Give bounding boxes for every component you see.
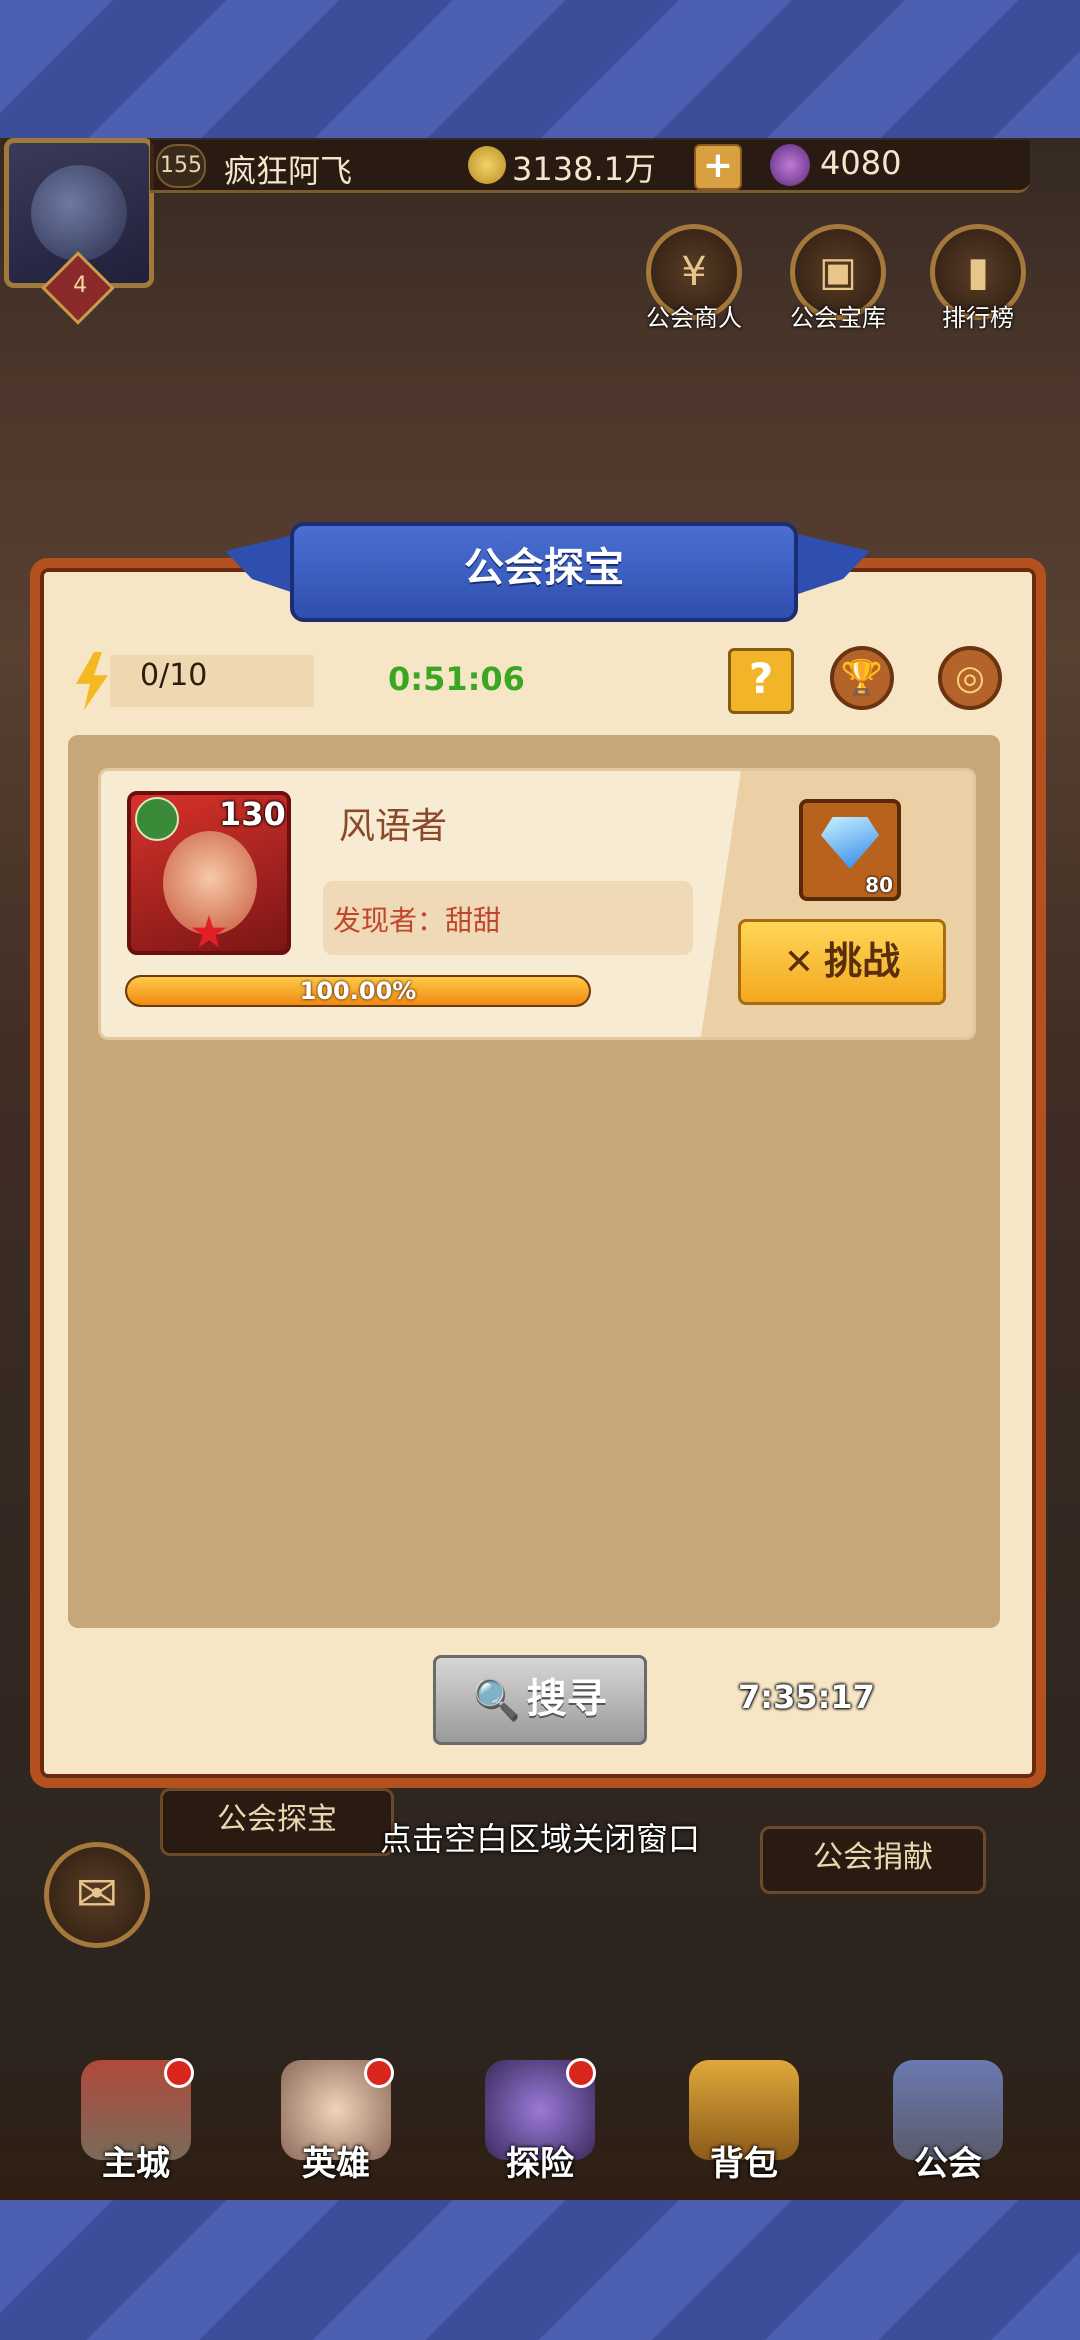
guild-vault-button[interactable]: ▣ 公会宝库 (786, 224, 890, 333)
nav-backpack-label: 背包 (710, 2144, 778, 2184)
hero-level: 130 (219, 795, 286, 833)
dragon-avatar-icon (31, 165, 127, 261)
guild-donate-button[interactable]: 公会捐献 (760, 1826, 986, 1894)
trophy-icon[interactable]: 🏆 (830, 646, 894, 710)
guild-vault-label: 公会宝库 (790, 304, 886, 332)
guild-merchant-button[interactable]: ¥ 公会商人 (642, 224, 746, 333)
magnifier-icon: 🔍 (473, 1677, 521, 1721)
player-top-bar: 155 疯狂阿飞 3138.1万 + 4080 (150, 140, 1030, 193)
challenge-label: 挑战 (824, 939, 901, 983)
coin-amount: 3138.1万 (512, 150, 656, 188)
search-label: 搜寻 (526, 1676, 607, 1722)
nav-backpack[interactable]: 背包 (664, 2060, 824, 2185)
device-frame-bottom (0, 2200, 1080, 2340)
crossed-swords-icon: ✕ (783, 942, 815, 983)
medal-icon[interactable]: ◎ (938, 646, 1002, 710)
progress-text: 100.00% (299, 977, 417, 1005)
help-button[interactable]: ? (728, 648, 794, 714)
hero-name: 风语者 (339, 806, 448, 847)
nav-explore[interactable]: 探险 (460, 2060, 620, 2185)
search-timer: 7:35:17 (738, 1678, 875, 1716)
reward-count: 80 (865, 873, 893, 897)
gem-amount: 4080 (820, 144, 902, 182)
treasure-progress-bar: 100.00% (125, 975, 591, 1007)
device-frame-top (0, 0, 1080, 138)
player-level-badge: 155 (156, 144, 206, 188)
leaderboard-label: 排行榜 (942, 304, 1014, 332)
diamond-icon (821, 817, 879, 869)
finder-text: 发现者：甜甜 (333, 904, 502, 937)
main-city-badge (164, 2058, 194, 2088)
energy-refresh-timer: 0:51:06 (388, 660, 525, 698)
nav-main-city-label: 主城 (102, 2144, 170, 2184)
explore-badge (566, 2058, 596, 2088)
reward-item[interactable]: 80 (799, 799, 901, 901)
modal-title: 公会探宝 (290, 522, 798, 622)
guild-merchant-label: 公会商人 (646, 304, 742, 332)
player-name: 疯狂阿飞 (224, 152, 353, 190)
avatar-level-text: 4 (73, 272, 88, 298)
leaderboard-button[interactable]: ▮ 排行榜 (926, 224, 1030, 333)
wind-element-icon (135, 797, 179, 841)
challenge-button[interactable]: ✕ 挑战 (738, 919, 946, 1005)
nav-guild[interactable]: 公会 (868, 2060, 1028, 2185)
nav-guild-label: 公会 (914, 2144, 982, 2184)
nav-explore-label: 探险 (506, 2144, 574, 2184)
nav-heroes-label: 英雄 (302, 2144, 370, 2184)
hero-portrait[interactable]: 130 (127, 791, 291, 955)
heroes-badge (364, 2058, 394, 2088)
search-button[interactable]: 🔍 搜寻 (433, 1655, 647, 1745)
coin-icon (468, 146, 506, 184)
add-coins-button[interactable]: + (694, 144, 742, 190)
energy-count: 0/10 (140, 658, 208, 693)
gem-icon (770, 144, 810, 186)
mail-icon[interactable]: ✉ (44, 1842, 150, 1948)
treasure-card: 130 风语者 发现者：甜甜 100.00% 80 ✕ 挑战 (98, 768, 976, 1040)
